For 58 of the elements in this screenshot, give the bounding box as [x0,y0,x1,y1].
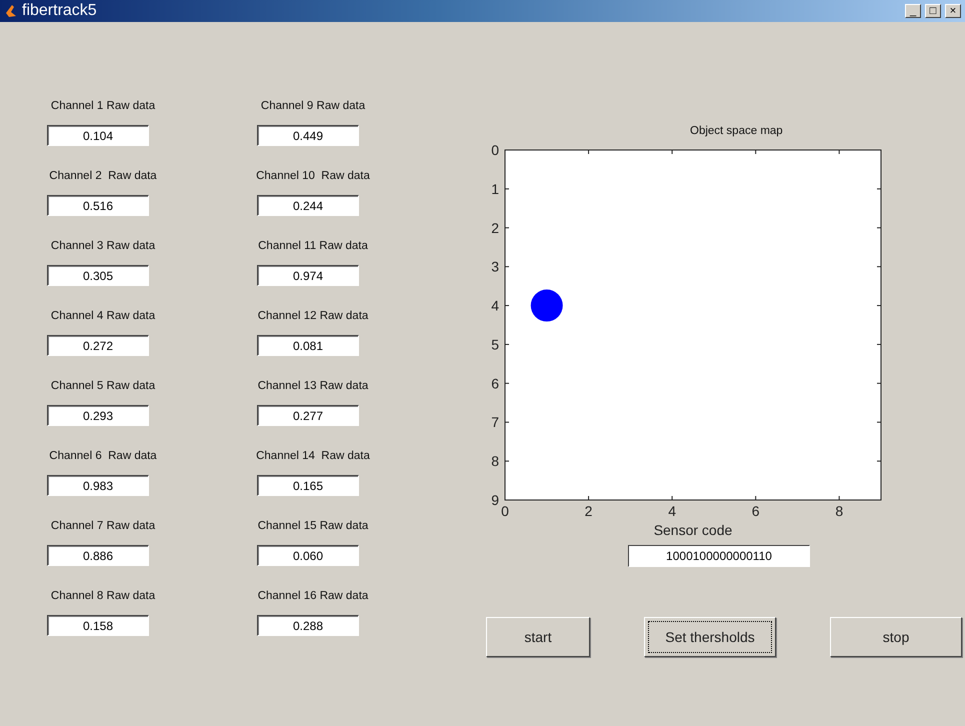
action-button[interactable]: Set thersholds [644,617,776,657]
x-tick-label: 4 [668,503,676,519]
chart-title: Object space map [690,125,783,137]
channel-value-field[interactable]: 0.886 [47,545,149,566]
window-control-button[interactable]: □ [925,4,941,18]
x-tick-label: 8 [835,503,844,519]
window-control-button[interactable]: _ [905,4,921,18]
y-tick-label: 2 [491,220,499,236]
channel-label: Channel 6 Raw data [48,450,158,462]
channel-label: Channel 12 Raw data [256,310,370,322]
channel-label: Channel 13 Raw data [256,380,370,392]
channel-label: Channel 11 Raw data [257,240,369,252]
y-tick-label: 7 [491,414,499,430]
y-tick-label: 5 [491,336,499,352]
channel-label: Channel 5 Raw data [50,380,156,392]
x-tick-label: 0 [501,503,509,519]
channel-value-field[interactable]: 0.449 [257,125,359,146]
channel-label: Channel 1 Raw data [50,100,156,112]
channel-value-field[interactable]: 0.293 [47,405,149,426]
channel-value-field[interactable]: 0.104 [47,125,149,146]
channel-label: Channel 2 Raw data [48,170,158,182]
channel-value-field[interactable]: 0.060 [257,545,359,566]
y-tick-label: 1 [491,180,499,197]
x-tick-label: 2 [584,503,592,519]
channel-value-field[interactable]: 0.272 [47,335,149,356]
y-tick-label: 4 [491,298,499,314]
channel-label: Channel 3 Raw data [50,240,156,252]
window-control-button[interactable]: × [945,4,961,18]
y-tick-label: 8 [491,453,499,470]
channel-label: Channel 9 Raw data [260,100,366,112]
channel-value-field[interactable]: 0.165 [257,475,359,496]
y-tick-label: 3 [491,258,499,275]
channel-value-field[interactable]: 0.081 [257,335,359,356]
action-button[interactable]: stop [830,617,962,657]
x-axis-label: Sensor code [654,522,732,538]
window-title: fibertrack5 [22,2,98,20]
channel-value-field[interactable]: 0.983 [47,475,149,496]
channel-label: Channel 15 Raw data [256,520,370,532]
channel-label: Channel 4 Raw data [50,310,156,322]
channel-value-field[interactable]: 0.158 [47,615,149,636]
channel-value-field[interactable]: 0.305 [47,265,149,286]
channel-label: Channel 8 Raw data [50,590,156,602]
y-tick-label: 0 [491,142,499,158]
channel-label: Channel 16 Raw data [256,590,370,602]
channel-label: Channel 10 Raw data [255,170,371,182]
y-tick-label: 6 [491,375,499,392]
x-tick-label: 6 [752,503,760,519]
channel-value-field[interactable]: 0.277 [257,405,359,426]
y-tick-label: 9 [491,492,499,508]
channel-label: Channel 7 Raw data [50,520,156,532]
channel-value-field[interactable]: 0.288 [257,615,359,636]
channel-label: Channel 14 Raw data [255,450,371,462]
channel-value-field[interactable]: 0.974 [257,265,359,286]
action-button[interactable]: start [486,617,590,657]
channel-value-field[interactable]: 0.516 [47,195,149,216]
sensor-code-field[interactable]: 1000100000000110 [628,545,810,567]
app-icon [4,4,18,18]
channel-value-field[interactable]: 0.244 [257,195,359,216]
